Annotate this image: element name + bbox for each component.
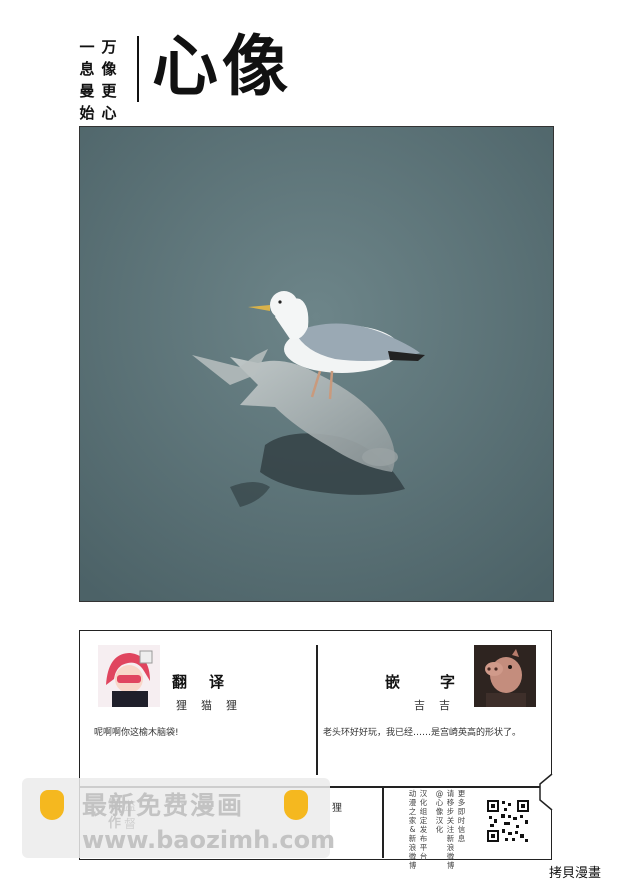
- slogan-char: 曼: [79, 82, 95, 100]
- card-divider: [382, 786, 384, 858]
- pointing-hand-icon: [40, 790, 64, 820]
- slogan-col-2: 万 像 更 心: [100, 36, 118, 124]
- slogan-char: 更: [101, 82, 117, 100]
- typesetter-avatar: [474, 645, 536, 707]
- slogan-col-1: 一 息 曼 始: [78, 36, 96, 124]
- translator-comment: 呢啊啊你这榆木脑袋!: [94, 728, 179, 738]
- qr-code-icon: [486, 799, 530, 843]
- group-logo: 心像: [152, 27, 292, 105]
- copyright-label: 拷貝漫畫: [549, 866, 602, 881]
- translator-name: 狸猫狸: [176, 699, 251, 712]
- slogan-char: 息: [79, 60, 95, 78]
- slogan-char: 心: [101, 104, 117, 122]
- notice-column: 请移步关注新浪微博: [446, 789, 455, 870]
- slogan-char: 像: [101, 60, 117, 78]
- pointing-hand-icon: [284, 790, 308, 820]
- slogan-char: 万: [101, 38, 117, 56]
- typesetter-comment: 老头环好好玩，我已经……是宫崎英高的形状了。: [323, 728, 522, 738]
- typesetter-name: 吉吉: [414, 699, 464, 712]
- translator-role: 翻译: [172, 673, 247, 691]
- notice-column: @ 心像汉化: [435, 789, 444, 834]
- translator-avatar: [98, 645, 160, 707]
- producer-name: 狸: [332, 803, 342, 814]
- notice-column: 更多即时信息: [457, 789, 466, 843]
- watermark-text: 最新免费漫画: [82, 791, 245, 820]
- slogan-char: 始: [79, 104, 95, 122]
- ticket-notch: [539, 773, 553, 811]
- seagull-illustration: [80, 127, 553, 601]
- notice-column: 动漫之家 & 新浪微博: [408, 789, 417, 870]
- notice-column: 汉化组定发布平台: [419, 789, 428, 861]
- watermark-url: www.baozimh.com: [82, 826, 336, 854]
- header-divider: [137, 36, 139, 102]
- slogan-char: 一: [79, 38, 95, 56]
- card-divider: [316, 645, 318, 775]
- seagull-photo: [79, 126, 554, 602]
